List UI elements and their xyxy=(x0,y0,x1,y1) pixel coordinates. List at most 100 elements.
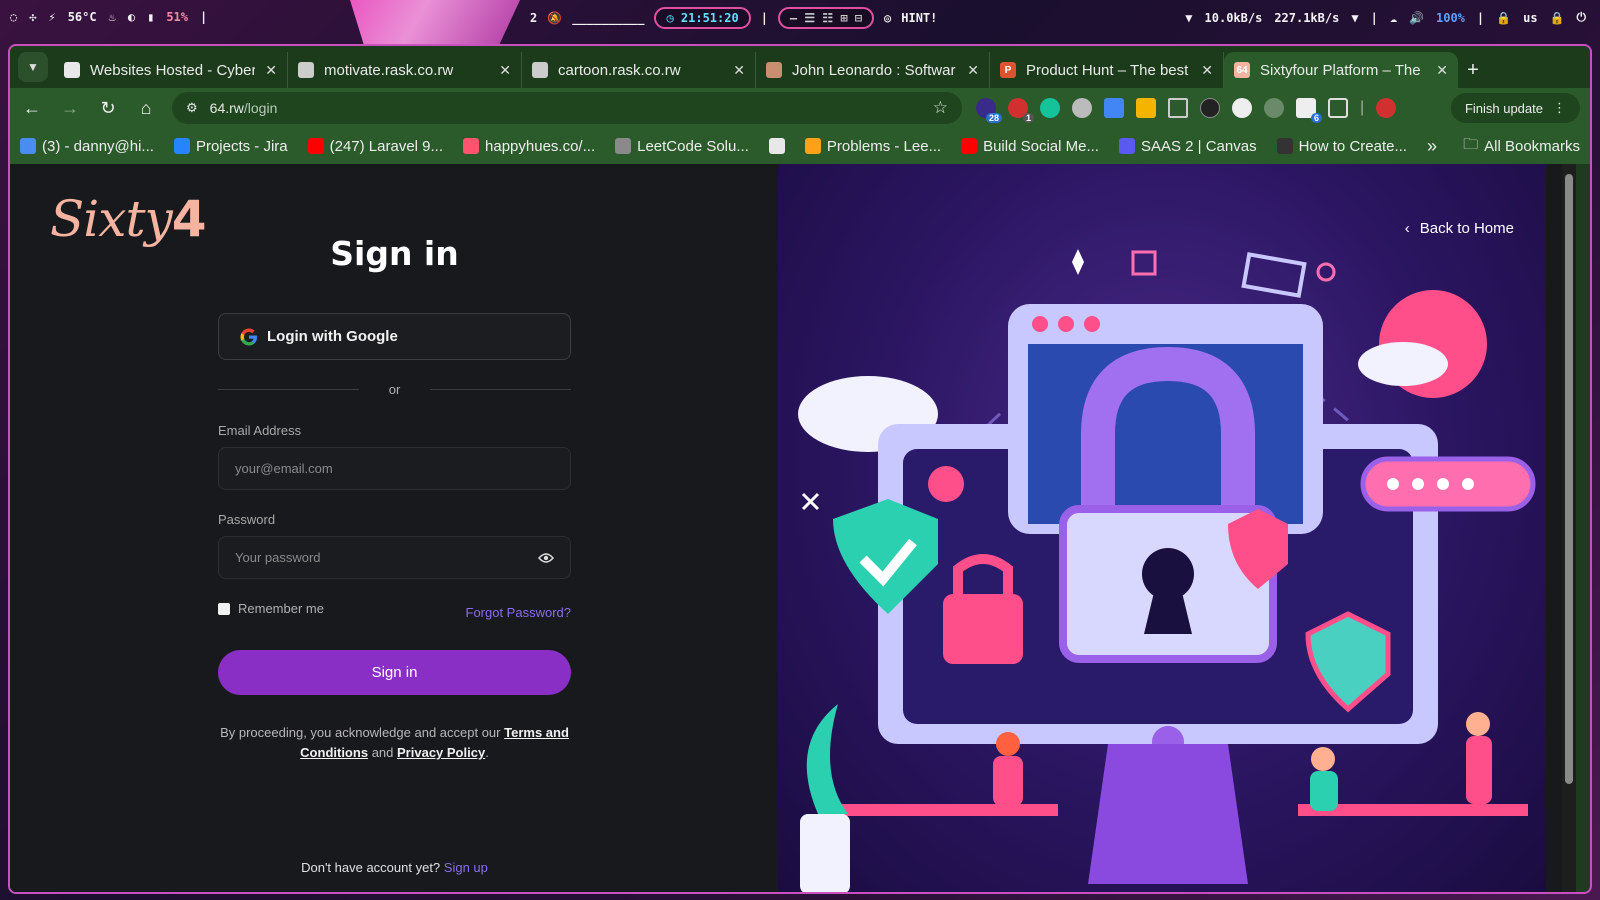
bookmark-item[interactable]: LeetCode Solu... xyxy=(615,138,749,155)
close-icon[interactable]: ✕ xyxy=(733,62,745,79)
bookmark-star-icon[interactable]: ☆ xyxy=(933,98,948,118)
kebab-menu-icon[interactable]: ⋮ xyxy=(1553,100,1566,116)
tab-strip: ▼ Websites Hosted - Cyber ✕ motivate.rask.… xyxy=(10,46,1590,88)
toolbar: ← → ↻ ⌂ ⚙ 64.rw/login ☆ 28 1 6 | Finish … xyxy=(10,88,1590,128)
power-icon[interactable]: ⏻ xyxy=(1577,10,1587,25)
lock-icon: 🔒 xyxy=(1496,10,1512,25)
extension-icon[interactable]: 6 xyxy=(1296,98,1322,123)
bookmark-label: Problems - Lee... xyxy=(826,137,942,155)
tab[interactable]: 64 Sixtyfour Platform – The ✕ xyxy=(1224,52,1458,88)
bookmark-item[interactable]: (247) Laravel 9... xyxy=(307,138,443,155)
privacy-link[interactable]: Privacy Policy xyxy=(397,745,485,760)
remember-row: Remember me Forgot Password? xyxy=(218,597,571,620)
extension-icon[interactable]: 28 xyxy=(976,98,1002,123)
remember-label: Remember me xyxy=(238,601,324,616)
reload-button[interactable]: ↻ xyxy=(96,96,120,120)
profile-avatar[interactable] xyxy=(1376,98,1397,118)
signup-prompt-text: Don't have account yet? xyxy=(301,860,441,875)
close-icon[interactable]: ✕ xyxy=(1201,62,1213,79)
fan-icon: ✣ xyxy=(29,10,37,24)
close-icon[interactable]: ✕ xyxy=(265,62,277,79)
tab-search-button[interactable]: ▼ xyxy=(18,52,48,82)
email-input[interactable]: your@email.com xyxy=(218,447,571,490)
finish-update-button[interactable]: Finish update ⋮ xyxy=(1450,93,1580,123)
password-input[interactable]: Your password xyxy=(218,536,571,579)
bookmark-label: Projects - Jira xyxy=(195,137,288,155)
bookmark-item[interactable]: (3) - danny@hi... xyxy=(20,138,154,155)
volume-level[interactable]: 100% xyxy=(1436,11,1465,25)
battery-level: 51% xyxy=(166,10,188,24)
window-layout-controls[interactable]: — ☰ ☷ ⊞ ⊟ xyxy=(777,7,875,29)
bookmark-item[interactable]: SAAS 2 | Canvas xyxy=(1118,138,1257,155)
tab-title: cartoon.rask.co.rw xyxy=(558,61,681,79)
bookmark-item[interactable]: Projects - Jira xyxy=(173,137,288,155)
forward-button[interactable]: → xyxy=(58,96,82,120)
sign-up-link[interactable]: Sign up xyxy=(444,860,488,875)
url[interactable]: 64.rw/login xyxy=(210,100,921,116)
site-info-icon[interactable]: ⚙ xyxy=(186,100,198,116)
chevron-double-right-icon[interactable]: » xyxy=(1427,136,1437,157)
password-placeholder: Your password xyxy=(235,550,321,565)
bookmark-item[interactable]: happyhues.co/... xyxy=(463,138,595,155)
extension-icon[interactable] xyxy=(1232,98,1252,118)
forgot-password-link[interactable]: Forgot Password? xyxy=(466,605,572,620)
extension-icon[interactable] xyxy=(1072,98,1092,118)
eye-icon[interactable] xyxy=(538,552,554,564)
plus-icon: + xyxy=(1467,58,1479,81)
separator: | xyxy=(1370,10,1378,25)
tab[interactable]: Websites Hosted - Cyber ✕ xyxy=(54,52,288,88)
remember-me[interactable]: Remember me xyxy=(218,601,324,616)
all-bookmarks[interactable]: 🗀 All Bookmarks xyxy=(1463,134,1580,159)
home-button[interactable]: ⌂ xyxy=(134,96,158,120)
chevron-down-icon: ▼ xyxy=(27,60,39,74)
google-login-button[interactable]: Login with Google xyxy=(218,313,571,360)
tab[interactable]: motivate.rask.co.rw ✕ xyxy=(288,52,522,88)
separator: | xyxy=(1360,99,1365,116)
tab[interactable]: P Product Hunt – The best ✕ xyxy=(990,52,1224,88)
bookmark-item[interactable] xyxy=(768,138,785,154)
bookmark-favicon-icon xyxy=(20,138,36,154)
bookmarks-bar: (3) - danny@hi... Projects - Jira (247) La… xyxy=(10,128,1590,164)
remember-checkbox[interactable] xyxy=(218,602,230,615)
address-bar[interactable]: ⚙ 64.rw/login ☆ xyxy=(172,92,962,124)
extension-icon[interactable] xyxy=(1200,98,1220,118)
sixtyfour-logo[interactable]: Sixty4 xyxy=(50,190,207,248)
bookmark-favicon-icon xyxy=(768,138,785,154)
extension-badge: 1 xyxy=(1022,113,1034,123)
close-icon[interactable]: ✕ xyxy=(967,62,979,79)
back-to-home-link[interactable]: ‹ Back to Home xyxy=(1405,220,1514,237)
vue-devtools-icon[interactable] xyxy=(1168,98,1188,118)
tab[interactable]: John Leonardo : Softwar ✕ xyxy=(756,52,990,88)
puzzle-icon[interactable] xyxy=(1328,98,1348,118)
bookmark-label: happyhues.co/... xyxy=(485,137,596,155)
extension-icon[interactable] xyxy=(1136,98,1156,118)
extensions: 28 1 6 | xyxy=(976,98,1397,123)
workspace-number[interactable]: 2 xyxy=(530,11,537,25)
login-pane: Sixty4 Sign in Login with Google or Emai… xyxy=(10,164,778,892)
bookmark-item[interactable]: Problems - Lee... xyxy=(804,137,942,155)
product-hunt-icon: P xyxy=(1000,62,1016,78)
close-icon[interactable]: ✕ xyxy=(499,62,511,79)
grammarly-icon[interactable] xyxy=(1040,98,1060,118)
keyboard-layout[interactable]: us xyxy=(1523,11,1537,25)
person-icon xyxy=(766,62,782,78)
translate-icon[interactable] xyxy=(1104,98,1124,118)
bookmark-item[interactable]: How to Create... xyxy=(1276,138,1407,155)
hint[interactable]: HINT! xyxy=(901,11,937,25)
scrollbar[interactable] xyxy=(1562,164,1576,892)
new-tab-button[interactable]: + xyxy=(1458,55,1488,85)
clock[interactable]: ◷ 21:51:20 xyxy=(654,7,751,29)
tab[interactable]: cartoon.rask.co.rw ✕ xyxy=(522,52,756,88)
sign-in-button[interactable]: Sign in xyxy=(218,650,571,695)
extension-icon[interactable] xyxy=(1264,98,1284,118)
bookmark-favicon-icon xyxy=(1118,138,1135,154)
close-icon[interactable]: ✕ xyxy=(1436,62,1448,79)
sign-in-label: Sign in xyxy=(371,664,418,681)
page-content: Sixty4 Sign in Login with Google or Emai… xyxy=(10,164,1576,892)
sixtyfour-icon: 64 xyxy=(1234,62,1250,78)
scrollbar-thumb[interactable] xyxy=(1565,174,1573,784)
back-button[interactable]: ← xyxy=(20,96,44,120)
globe-icon xyxy=(298,62,314,78)
bookmark-item[interactable]: Build Social Me... xyxy=(961,138,1099,155)
extension-icon[interactable]: 1 xyxy=(1008,98,1034,123)
